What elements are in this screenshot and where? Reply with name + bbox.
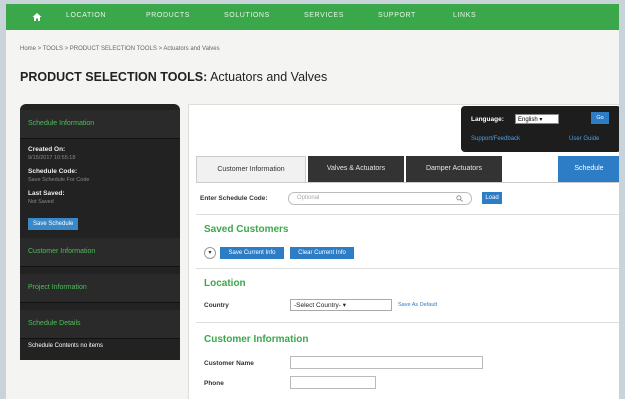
nav-item-location[interactable]: LOCATION xyxy=(66,12,106,19)
nav-item-solutions[interactable]: SOLUTIONS xyxy=(224,12,270,19)
page-title-bold: PRODUCT SELECTION TOOLS: xyxy=(20,70,208,84)
schedule-code-field-label: Enter Schedule Code: xyxy=(200,195,268,202)
language-go-button[interactable]: Go xyxy=(591,112,609,124)
save-current-info-button[interactable]: Save Current Info xyxy=(220,247,284,259)
chevron-down-icon: ▾ xyxy=(208,250,212,256)
last-saved-value: Not Saved xyxy=(28,199,54,205)
language-box: Language: English ▾ Go Support/Feedback … xyxy=(461,106,619,152)
sidebar-heading: Customer Information xyxy=(28,248,96,255)
language-label: Language: xyxy=(471,116,504,123)
saved-customers-heading: Saved Customers xyxy=(204,224,289,235)
sidebar-section-schedule-info[interactable]: Schedule Information xyxy=(20,110,180,139)
sidebar-section-project-info[interactable]: Project Information xyxy=(20,274,180,303)
customer-information-heading: Customer Information xyxy=(204,334,309,345)
chevron-down-icon: ▾ xyxy=(539,117,543,123)
tab-customer-information[interactable]: Customer Information xyxy=(196,156,306,182)
clear-current-info-button[interactable]: Clear Current Info xyxy=(290,247,354,259)
saved-customers-select[interactable]: ▾ xyxy=(204,247,216,259)
save-schedule-button[interactable]: Save Schedule xyxy=(28,218,79,230)
section-divider xyxy=(196,268,619,269)
sidebar-heading: Schedule Details xyxy=(28,320,81,327)
tab-divider xyxy=(196,182,619,183)
search-icon xyxy=(456,195,463,202)
country-select[interactable]: -Select Country- ▾ xyxy=(290,299,392,311)
last-saved-label: Last Saved: xyxy=(28,190,65,197)
page-title: PRODUCT SELECTION TOOLS: Actuators and V… xyxy=(20,70,327,84)
sidebar-section-schedule-details[interactable]: Schedule Details xyxy=(20,310,180,339)
phone-label: Phone xyxy=(204,380,224,387)
customer-name-input[interactable] xyxy=(290,356,483,369)
phone-input[interactable] xyxy=(290,376,376,389)
home-icon[interactable] xyxy=(32,12,42,22)
country-label: Country xyxy=(204,302,229,309)
section-divider xyxy=(196,322,619,323)
section-divider xyxy=(196,214,619,215)
tab-damper-actuators[interactable]: Damper Actuators xyxy=(406,156,502,182)
language-selected: English xyxy=(518,117,538,123)
created-on-label: Created On: xyxy=(28,146,66,153)
schedule-button[interactable]: Schedule xyxy=(558,156,619,182)
nav-item-links[interactable]: LINKS xyxy=(453,12,476,19)
schedule-code-input[interactable]: Optional xyxy=(288,192,472,205)
schedule-code-label: Schedule Code: xyxy=(28,168,78,175)
sidebar-section-customer-info[interactable]: Customer Information xyxy=(20,238,180,267)
created-on-value: 9/15/2017 10:55:18 xyxy=(28,155,76,161)
schedule-code-value: Save Schedule For Code xyxy=(28,177,90,183)
nav-item-support[interactable]: SUPPORT xyxy=(378,12,416,19)
chevron-down-icon: ▾ xyxy=(342,302,347,309)
top-navigation: LOCATION PRODUCTS SOLUTIONS SERVICES SUP… xyxy=(6,4,619,30)
nav-item-products[interactable]: PRODUCTS xyxy=(146,12,190,19)
schedule-code-placeholder: Optional xyxy=(297,195,320,201)
schedule-sidebar: Schedule Information Created On: 9/15/20… xyxy=(20,104,180,360)
app-frame: LOCATION PRODUCTS SOLUTIONS SERVICES SUP… xyxy=(6,4,619,399)
country-selected: -Select Country- xyxy=(294,302,341,309)
support-feedback-link[interactable]: Support/Feedback xyxy=(471,136,520,142)
breadcrumb[interactable]: Home > TOOLS > PRODUCT SELECTION TOOLS >… xyxy=(20,46,220,52)
user-guide-link[interactable]: User Guide xyxy=(569,136,599,142)
tab-valves-actuators[interactable]: Valves & Actuators xyxy=(308,156,404,182)
customer-name-label: Customer Name xyxy=(204,360,254,367)
load-button[interactable]: Load xyxy=(482,192,502,204)
page-title-rest: Actuators and Valves xyxy=(207,70,328,84)
schedule-contents: Schedule Contents no items xyxy=(28,343,104,349)
sidebar-heading: Project Information xyxy=(28,284,87,291)
sidebar-heading: Schedule Information xyxy=(28,120,95,127)
location-heading: Location xyxy=(204,278,246,289)
nav-item-services[interactable]: SERVICES xyxy=(304,12,344,19)
language-select[interactable]: English ▾ xyxy=(515,114,559,124)
save-as-default-link[interactable]: Save As Default xyxy=(398,302,437,308)
